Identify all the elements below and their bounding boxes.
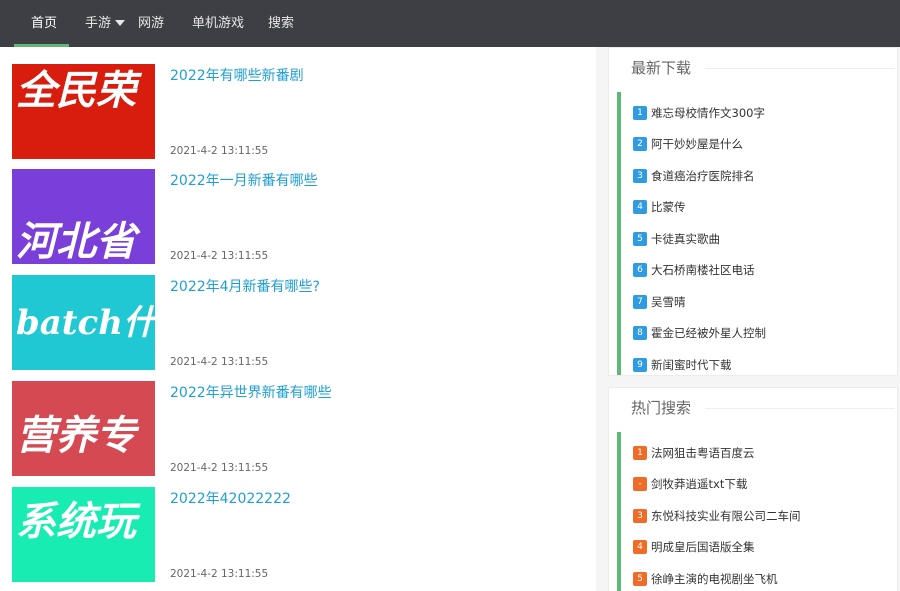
rank-badge: 9 — [633, 358, 647, 372]
item-label: 霍金已经被外星人控制 — [651, 326, 766, 340]
nav-search-label: 搜索 — [268, 16, 295, 31]
top-nav: 首页 手游 网游 单机游戏 搜索 — [0, 0, 900, 47]
panel-title: 最新下载 — [631, 59, 692, 77]
item-label: 徐峥主演的电视剧坐飞机 — [651, 572, 778, 586]
article-title[interactable]: 2022年一月新番有哪些 — [170, 170, 318, 190]
item-label: 食道癌治疗医院排名 — [651, 169, 755, 183]
panel-accent-bar — [617, 432, 621, 591]
rank-badge: - — [633, 477, 647, 491]
nav-single-games-label: 单机游戏 — [192, 16, 245, 31]
thumbnail-text: 河北省 — [16, 218, 136, 264]
nav-item-mobile-games[interactable]: 手游 — [85, 0, 126, 47]
hot-search-panel: 热门搜索 1 法网狙击粤语百度云 - 剑牧莽逍遥txt下载 3 东悦科技实业有限公司二… — [608, 387, 898, 591]
nav-item-search[interactable]: 搜索 — [268, 0, 294, 47]
panel-divider — [705, 408, 895, 409]
article-thumbnail[interactable]: 全民荣 — [12, 64, 155, 159]
article-title[interactable]: 2022年有哪些新番剧 — [170, 65, 304, 85]
item-label: 法网狙击粤语百度云 — [651, 446, 755, 460]
article-date: 2021-4-2 13:11:55 — [170, 145, 269, 157]
list-item[interactable]: - 剑牧莽逍遥txt下载 — [633, 476, 747, 492]
list-item[interactable]: 5 徐峥主演的电视剧坐飞机 — [633, 571, 778, 587]
rank-badge: 3 — [633, 169, 647, 183]
rank-badge: 2 — [633, 137, 647, 151]
rank-badge: 1 — [633, 106, 647, 120]
article-date: 2021-4-2 13:11:55 — [170, 356, 269, 368]
nav-item-single-games[interactable]: 单机游戏 — [192, 0, 244, 47]
article-title[interactable]: 2022年异世界新番有哪些 — [170, 382, 332, 402]
item-label: 大石桥南楼社区电话 — [651, 263, 755, 277]
list-item[interactable]: 3 东悦科技实业有限公司二车间 — [633, 508, 801, 524]
rank-badge: 7 — [633, 295, 647, 309]
list-item[interactable]: 7 吴雪晴 — [633, 294, 686, 310]
nav-mobile-games-label: 手游 — [85, 16, 112, 31]
item-label: 东悦科技实业有限公司二车间 — [651, 509, 801, 523]
rank-badge: 3 — [633, 509, 647, 523]
list-item[interactable]: 8 霍金已经被外星人控制 — [633, 325, 766, 341]
latest-downloads-panel: 最新下载 1 难忘母校情作文300字 2 阿干妙妙屋是什么 3 食道癌治疗医院排名 4… — [608, 47, 898, 376]
article-title[interactable]: 2022年4月新番有哪些? — [170, 276, 320, 296]
list-item[interactable]: 2 阿干妙妙屋是什么 — [633, 136, 743, 152]
thumbnail-text: 营养专 — [16, 412, 136, 459]
rank-badge: 1 — [633, 446, 647, 460]
list-item[interactable]: 4 比蒙传 — [633, 199, 686, 215]
rank-badge: 4 — [633, 540, 647, 554]
article-date: 2021-4-2 13:11:55 — [170, 462, 269, 474]
item-label: 比蒙传 — [651, 200, 686, 214]
article-date: 2021-4-2 13:11:55 — [170, 568, 269, 580]
nav-item-online-games[interactable]: 网游 — [138, 0, 164, 47]
rank-badge: 8 — [633, 326, 647, 340]
thumbnail-text: batch什 — [16, 303, 155, 343]
list-item: 系统玩 2022年42022222 2021-4-2 13:11:55 — [12, 487, 582, 582]
nav-item-home[interactable]: 首页 — [31, 0, 57, 47]
article-thumbnail[interactable]: 营养专 — [12, 381, 155, 476]
item-label: 新闺蜜时代下载 — [651, 358, 732, 372]
thumbnail-text: 系统玩 — [16, 498, 136, 545]
list-item: batch什 2022年4月新番有哪些? 2021-4-2 13:11:55 — [12, 275, 582, 370]
article-list: 全民荣 2022年有哪些新番剧 2021-4-2 13:11:55 河北省 20… — [0, 47, 596, 591]
item-label: 卡徒真实歌曲 — [651, 232, 720, 246]
article-date: 2021-4-2 13:11:55 — [170, 250, 269, 262]
article-thumbnail[interactable]: 系统玩 — [12, 487, 155, 582]
item-label: 剑牧莽逍遥txt下载 — [651, 477, 748, 491]
list-item: 全民荣 2022年有哪些新番剧 2021-4-2 13:11:55 — [12, 64, 582, 159]
list-item: 营养专 2022年异世界新番有哪些 2021-4-2 13:11:55 — [12, 381, 582, 476]
thumbnail-text: 全民荣 — [16, 67, 136, 114]
list-item[interactable]: 4 明成皇后国语版全集 — [633, 539, 755, 555]
rank-badge: 4 — [633, 200, 647, 214]
list-item: 河北省 2022年一月新番有哪些 2021-4-2 13:11:55 — [12, 169, 582, 264]
panel-divider — [705, 68, 895, 69]
list-item[interactable]: 9 新闺蜜时代下载 — [633, 357, 732, 373]
item-label: 阿干妙妙屋是什么 — [651, 137, 743, 151]
list-item[interactable]: 1 难忘母校情作文300字 — [633, 105, 765, 121]
list-item[interactable]: 6 大石桥南楼社区电话 — [633, 262, 755, 278]
list-item[interactable]: 1 法网狙击粤语百度云 — [633, 445, 755, 461]
rank-badge: 5 — [633, 232, 647, 246]
nav-home-label: 首页 — [31, 16, 58, 31]
article-thumbnail[interactable]: 河北省 — [12, 169, 155, 264]
chevron-down-icon — [115, 20, 126, 26]
article-title[interactable]: 2022年42022222 — [170, 488, 291, 508]
item-label: 明成皇后国语版全集 — [651, 540, 755, 554]
rank-badge: 5 — [633, 572, 647, 586]
panel-title: 热门搜索 — [631, 399, 692, 417]
panel-accent-bar — [617, 92, 621, 375]
rank-badge: 6 — [633, 263, 647, 277]
article-thumbnail[interactable]: batch什 — [12, 275, 155, 370]
list-item[interactable]: 3 食道癌治疗医院排名 — [633, 168, 755, 184]
list-item[interactable]: 5 卡徒真实歌曲 — [633, 231, 720, 247]
item-label: 难忘母校情作文300字 — [651, 106, 765, 120]
item-label: 吴雪晴 — [651, 295, 686, 309]
nav-online-games-label: 网游 — [138, 16, 165, 31]
